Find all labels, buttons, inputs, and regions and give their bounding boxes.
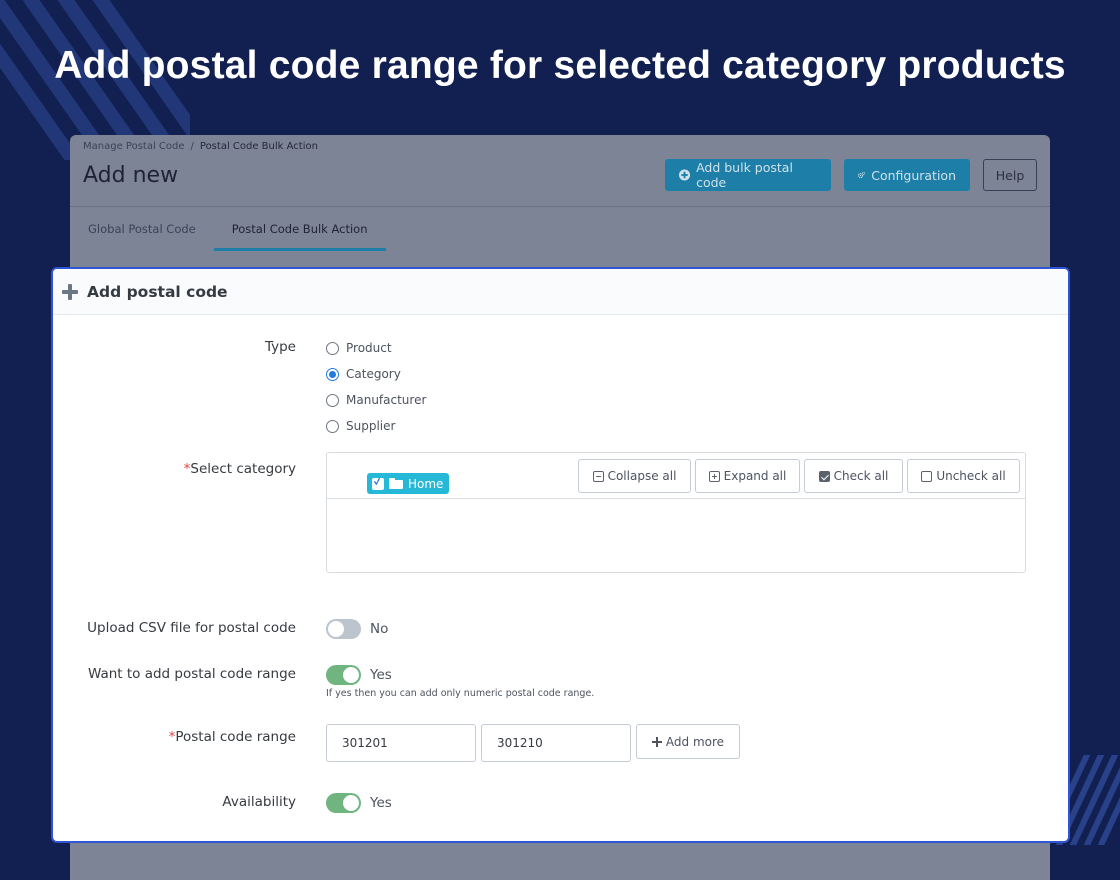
radio-label: Manufacturer: [346, 393, 427, 407]
select-category-label: *Select category: [184, 461, 296, 477]
upload-csv-toggle-row: No: [326, 619, 388, 639]
configuration-button[interactable]: Configuration: [844, 159, 970, 191]
collapse-all-button[interactable]: Collapse all: [578, 459, 691, 493]
range-from-input[interactable]: 301201: [326, 724, 476, 762]
toggle-value: No: [370, 621, 389, 637]
postal-code-range-label: *Postal code range: [169, 729, 296, 745]
panel-header: Add postal code: [53, 269, 1068, 315]
radio-label: Supplier: [346, 419, 396, 433]
button-label: Uncheck all: [936, 469, 1006, 483]
breadcrumb-separator: /: [190, 141, 194, 152]
radio-supplier[interactable]: Supplier: [326, 419, 395, 433]
radio-product[interactable]: Product: [326, 341, 392, 355]
breadcrumb-current: Postal Code Bulk Action: [199, 141, 318, 152]
page-headline: Add postal code range for selected categ…: [54, 44, 1066, 87]
gears-icon: [858, 171, 866, 179]
node-label: Home: [408, 476, 444, 491]
tab-global-postal-code[interactable]: Global Postal Code: [70, 207, 214, 251]
button-label: Collapse all: [607, 469, 677, 483]
button-label: Configuration: [871, 167, 956, 183]
help-button[interactable]: Help: [983, 159, 1037, 191]
tree-node-home[interactable]: Home: [367, 473, 450, 494]
range-to-input[interactable]: 301210: [481, 724, 631, 762]
expand-icon: [708, 470, 720, 482]
add-postal-code-panel: Add postal code Type Product Category Ma…: [51, 267, 1070, 843]
button-label: Expand all: [723, 469, 787, 483]
label-text: Select category: [190, 461, 296, 477]
range-toggle-label: Want to add postal code range: [87, 666, 296, 682]
radio-button[interactable]: [326, 367, 339, 381]
panel-title: Add postal code: [87, 282, 228, 301]
upload-csv-toggle[interactable]: [326, 619, 361, 639]
breadcrumb: Manage Postal Code / Postal Code Bulk Acti…: [83, 141, 318, 152]
radio-button[interactable]: [326, 419, 339, 433]
check-all-button[interactable]: Check all: [804, 459, 903, 493]
radio-button[interactable]: [326, 341, 339, 355]
toggle-value: Yes: [370, 795, 392, 811]
tab-bar: Global Postal Code Postal Code Bulk Acti…: [70, 207, 386, 251]
expand-all-button[interactable]: Expand all: [695, 459, 800, 493]
availability-label: Availability: [222, 794, 296, 810]
button-label: Check all: [833, 469, 889, 483]
node-checkbox[interactable]: [372, 477, 384, 490]
range-toggle-row: Yes: [326, 665, 392, 685]
page-title: Add new: [83, 163, 179, 188]
plus-icon: [651, 736, 662, 747]
add-more-button[interactable]: Add more: [636, 724, 740, 759]
radio-manufacturer[interactable]: Manufacturer: [326, 393, 426, 407]
radio-label: Product: [346, 341, 392, 355]
radio-button[interactable]: [326, 393, 339, 407]
radio-label: Category: [346, 367, 401, 381]
category-tree: Collapse all Expand all Check all Unchec…: [326, 452, 1026, 573]
empty-box-icon: [921, 470, 933, 482]
upload-csv-label: Upload CSV file for postal code: [87, 620, 296, 636]
label-text: Postal code range: [175, 729, 296, 745]
radio-category[interactable]: Category: [326, 367, 401, 381]
add-bulk-postal-code-button[interactable]: Add bulk postal code: [665, 159, 831, 191]
button-label: Add more: [665, 734, 725, 749]
breadcrumb-item[interactable]: Manage Postal Code: [83, 141, 185, 152]
range-hint: If yes then you can add only numeric pos…: [326, 688, 595, 699]
type-label: Type: [264, 339, 296, 355]
postal-code-range-toggle[interactable]: [326, 665, 361, 685]
uncheck-all-button[interactable]: Uncheck all: [907, 459, 1020, 493]
button-label: Add bulk postal code: [696, 160, 793, 190]
plus-icon: [62, 283, 78, 300]
availability-toggle[interactable]: [326, 793, 361, 813]
plus-circle-icon: [679, 169, 691, 181]
tab-postal-code-bulk-action[interactable]: Postal Code Bulk Action: [213, 207, 386, 251]
folder-icon: [389, 478, 403, 489]
availability-toggle-row: Yes: [326, 793, 392, 813]
checked-box-icon: [818, 470, 830, 482]
toggle-value: Yes: [370, 667, 392, 683]
collapse-icon: [592, 470, 604, 482]
